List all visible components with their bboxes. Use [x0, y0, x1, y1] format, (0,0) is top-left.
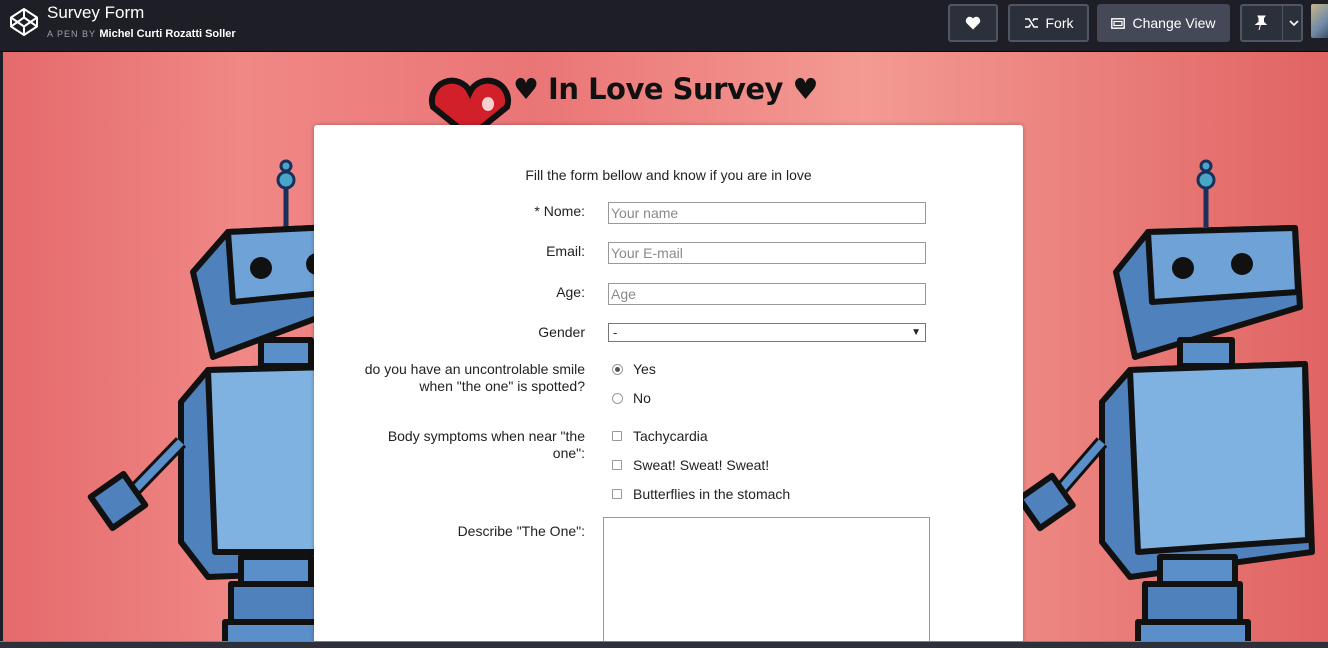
radio-no[interactable]: [612, 392, 623, 404]
describe-label: Describe "The One":: [457, 523, 585, 539]
symptoms-label-line1: Body symptoms when near "the: [387, 428, 585, 444]
radio-yes-label: Yes: [633, 361, 656, 377]
describe-textarea[interactable]: [603, 517, 930, 642]
pen-byline: A PEN BY Michel Curti Rozatti Soller: [47, 28, 236, 40]
pen-title[interactable]: Survey Form: [47, 3, 144, 23]
heart-icon: [965, 16, 981, 30]
smile-question-label: do you have an uncontrolable smile when …: [365, 361, 585, 395]
email-input[interactable]: [608, 242, 926, 264]
symptoms-label: Body symptoms when near "the one":: [388, 428, 585, 462]
checkbox-sweat[interactable]: [612, 460, 622, 470]
fork-label: Fork: [1045, 15, 1074, 31]
love-button[interactable]: [948, 4, 998, 42]
checkbox-tachycardia-label: Tachycardia: [633, 428, 708, 444]
name-input[interactable]: [608, 202, 926, 224]
change-view-label: Change View: [1132, 15, 1216, 31]
smile-option-no[interactable]: No: [612, 390, 651, 406]
fork-button[interactable]: Fork: [1008, 4, 1089, 42]
preview-frame: ♥ In Love Survey ♥ Fill the form bellow …: [3, 52, 1328, 642]
bottom-bar: [0, 641, 1328, 648]
fork-icon: [1024, 18, 1038, 28]
email-label: Email:: [546, 243, 585, 259]
pen-by-prefix: A PEN BY: [47, 29, 96, 39]
symptom-butterflies[interactable]: Butterflies in the stomach: [612, 486, 790, 502]
chevron-down-icon[interactable]: [1288, 14, 1300, 32]
gender-selected-value: -: [613, 325, 618, 340]
name-label: * Nome:: [534, 203, 585, 219]
survey-title: ♥ In Love Survey ♥: [512, 72, 819, 106]
radio-no-label: No: [633, 390, 651, 406]
form-intro: Fill the form bellow and know if you are…: [525, 167, 812, 183]
pen-author-link[interactable]: Michel Curti Rozatti Soller: [99, 28, 235, 40]
gender-select[interactable]: - ▼: [608, 323, 926, 342]
age-label: Age:: [556, 284, 585, 300]
checkbox-tachycardia[interactable]: [612, 431, 622, 441]
codepen-header: Survey Form A PEN BY Michel Curti Rozatt…: [0, 0, 1328, 52]
survey-form-card: Fill the form bellow and know if you are…: [314, 125, 1023, 642]
symptom-tachycardia[interactable]: Tachycardia: [612, 428, 708, 444]
symptoms-label-line2: one":: [552, 445, 585, 461]
pin-button[interactable]: [1240, 4, 1303, 42]
robot-illustration-left: [87, 159, 333, 642]
pin-divider: [1282, 6, 1283, 40]
dropdown-arrow-icon: ▼: [911, 327, 921, 338]
smile-option-yes[interactable]: Yes: [612, 361, 656, 377]
age-input[interactable]: [608, 283, 926, 305]
checkbox-sweat-label: Sweat! Sweat! Sweat!: [633, 457, 770, 473]
checkbox-butterflies[interactable]: [612, 489, 622, 499]
pin-icon: [1254, 15, 1268, 31]
codepen-logo-icon[interactable]: [9, 7, 39, 37]
checkbox-butterflies-label: Butterflies in the stomach: [633, 486, 791, 502]
smile-question-line2: when "the one" is spotted?: [419, 378, 585, 394]
symptom-sweat[interactable]: Sweat! Sweat! Sweat!: [612, 457, 769, 473]
layout-icon: [1111, 17, 1126, 29]
change-view-button[interactable]: Change View: [1097, 4, 1230, 42]
gender-label: Gender: [538, 324, 585, 340]
robot-illustration-right: [1020, 159, 1315, 642]
user-avatar[interactable]: [1311, 4, 1328, 38]
radio-yes[interactable]: [612, 363, 623, 375]
smile-question-line1: do you have an uncontrolable smile: [364, 361, 585, 377]
